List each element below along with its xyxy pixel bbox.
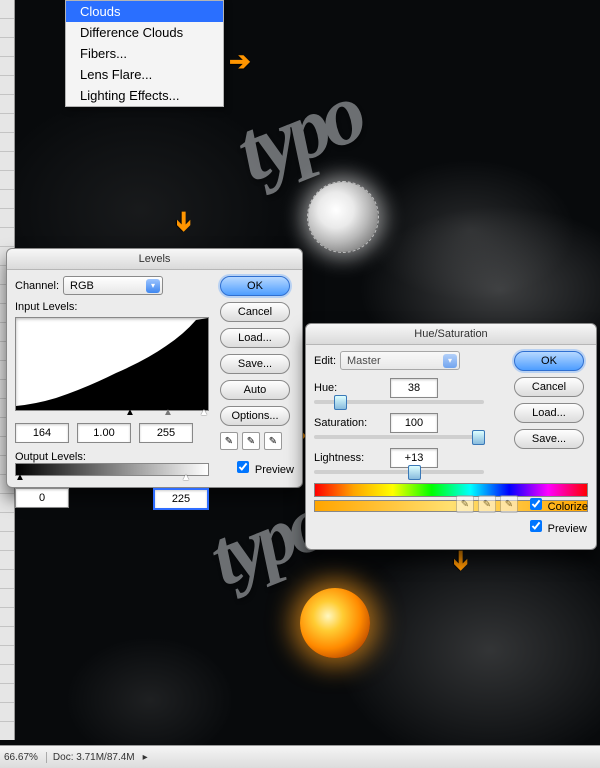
- flow-arrow-icon: ➔: [445, 550, 476, 572]
- hue-field[interactable]: [390, 378, 438, 398]
- flow-arrow-icon: ➔: [229, 46, 251, 77]
- auto-button[interactable]: Auto: [220, 380, 290, 400]
- histogram: [15, 317, 209, 411]
- edit-value: Master: [347, 355, 381, 367]
- input-gamma-field[interactable]: [77, 423, 131, 443]
- options-button[interactable]: Options...: [220, 406, 290, 426]
- output-black-field[interactable]: [15, 488, 69, 508]
- input-white-field[interactable]: [139, 423, 193, 443]
- ok-button[interactable]: OK: [220, 276, 290, 296]
- filter-render-menu: Clouds Difference Clouds Fibers... Lens …: [65, 0, 224, 107]
- input-black-field[interactable]: [15, 423, 69, 443]
- preview-checkbox[interactable]: [530, 520, 542, 532]
- doc-size: Doc: 3.71M/87.4M: [46, 752, 135, 763]
- menu-item-clouds[interactable]: Clouds: [66, 1, 223, 22]
- levels-dialog: Levels Channel: RGB ▾ Input Levels: ▲ ▲ …: [6, 248, 303, 488]
- hue-saturation-dialog: Hue/Saturation Edit: Master ▾ Hue: Satur…: [305, 323, 597, 550]
- load-button[interactable]: Load...: [514, 403, 584, 423]
- cancel-button[interactable]: Cancel: [514, 377, 584, 397]
- preview-label: Preview: [255, 464, 294, 476]
- input-triangles[interactable]: ▲ ▲ ▲: [15, 411, 209, 421]
- ok-button[interactable]: OK: [514, 351, 584, 371]
- save-button[interactable]: Save...: [514, 429, 584, 449]
- edit-select[interactable]: Master ▾: [340, 351, 460, 370]
- saturation-slider[interactable]: [314, 435, 484, 439]
- hue-label: Hue:: [314, 382, 390, 394]
- chevron-down-icon: ▾: [146, 279, 160, 293]
- menu-item-difference-clouds[interactable]: Difference Clouds: [66, 22, 223, 43]
- output-triangles[interactable]: ▲ ▲: [15, 476, 209, 486]
- zoom-level[interactable]: 66.67%: [4, 752, 38, 763]
- saturation-label: Saturation:: [314, 417, 390, 429]
- colorize-checkbox[interactable]: [530, 498, 542, 510]
- moon-orange: [300, 588, 370, 658]
- channel-value: RGB: [70, 280, 94, 292]
- chevron-right-icon[interactable]: ▸: [143, 752, 148, 763]
- eyedropper-group: ✎ ✎ ✎: [220, 432, 294, 450]
- output-white-field[interactable]: [153, 488, 209, 510]
- cancel-button[interactable]: Cancel: [220, 302, 290, 322]
- lightness-label: Lightness:: [314, 452, 390, 464]
- chevron-down-icon: ▾: [443, 354, 457, 368]
- load-button[interactable]: Load...: [220, 328, 290, 348]
- lightness-slider[interactable]: [314, 470, 484, 474]
- channel-select[interactable]: RGB ▾: [63, 276, 163, 295]
- output-gradient[interactable]: [15, 463, 209, 476]
- eyedropper-black-icon[interactable]: ✎: [220, 432, 238, 450]
- eyedropper-gray-icon[interactable]: ✎: [242, 432, 260, 450]
- status-bar: 66.67% Doc: 3.71M/87.4M ▸: [0, 745, 600, 768]
- menu-item-lens-flare[interactable]: Lens Flare...: [66, 64, 223, 85]
- huesat-eyedropper-group: ✎ ✎ ✎: [456, 495, 518, 513]
- hue-slider[interactable]: [314, 400, 484, 404]
- menu-item-lighting-effects[interactable]: Lighting Effects...: [66, 85, 223, 106]
- preview-label: Preview: [548, 523, 587, 535]
- eyedropper-add-icon[interactable]: ✎: [478, 495, 496, 513]
- moon-white: [308, 182, 378, 252]
- eyedropper-subtract-icon[interactable]: ✎: [500, 495, 518, 513]
- flow-arrow-icon: ➔: [168, 211, 199, 233]
- levels-title: Levels: [7, 249, 302, 270]
- huesat-title: Hue/Saturation: [306, 324, 596, 345]
- edit-label: Edit:: [314, 355, 336, 367]
- eyedropper-white-icon[interactable]: ✎: [264, 432, 282, 450]
- eyedropper-icon[interactable]: ✎: [456, 495, 474, 513]
- preview-checkbox[interactable]: [237, 461, 249, 473]
- saturation-field[interactable]: [390, 413, 438, 433]
- colorize-label: Colorize: [548, 501, 588, 513]
- menu-item-fibers[interactable]: Fibers...: [66, 43, 223, 64]
- save-button[interactable]: Save...: [220, 354, 290, 374]
- channel-label: Channel:: [15, 280, 59, 292]
